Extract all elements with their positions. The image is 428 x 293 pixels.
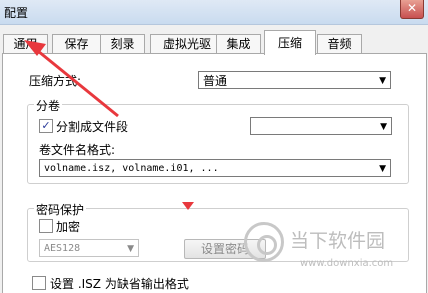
- watermark-url-text: www.downxia.com: [300, 258, 394, 269]
- annotation-triangle-marker: [182, 202, 194, 210]
- watermark-cn-text: 当下软件园: [290, 230, 386, 252]
- watermark-logo-icon: [244, 222, 284, 262]
- tab-compression[interactable]: 压缩: [264, 30, 316, 55]
- annotation-arrow-line: [32, 45, 119, 118]
